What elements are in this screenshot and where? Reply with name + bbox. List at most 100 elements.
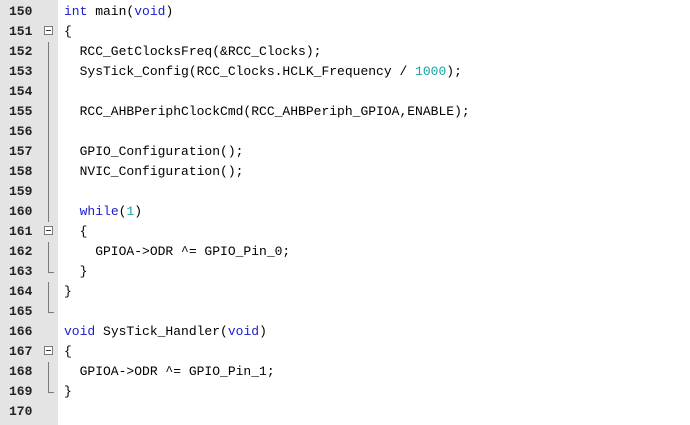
code-token: GPIOA->ODR ^= GPIO_Pin_0; [64,244,291,259]
code-text[interactable]: GPIOA->ODR ^= GPIO_Pin_1; [64,362,275,382]
keyword-token: while [79,204,119,219]
line-number: 170 [9,404,33,419]
line-number: 152 [9,44,33,59]
code-token: ) [259,324,267,339]
fold-collapse-icon[interactable] [44,226,56,238]
code-text[interactable]: { [64,22,72,42]
line-number: 157 [9,144,33,159]
fold-line-icon [44,62,56,82]
code-token: ) [165,4,174,19]
code-line[interactable]: 158 NVIC_Configuration(); [0,162,690,182]
fold-collapse-icon[interactable] [44,346,56,358]
code-text[interactable]: int main(void) [64,2,173,22]
code-line[interactable]: 159 [0,182,690,202]
code-line[interactable]: 170 [0,402,690,422]
code-token: } [64,264,88,279]
code-line[interactable]: 169} [0,382,690,402]
code-text[interactable]: GPIOA->ODR ^= GPIO_Pin_0; [64,242,290,262]
code-line[interactable]: 165 [0,302,690,322]
code-token: { [64,24,72,39]
code-line[interactable]: 157 GPIO_Configuration(); [0,142,690,162]
number-token: 1000 [415,64,447,79]
line-number: 166 [9,324,33,339]
code-text[interactable]: } [64,282,72,302]
code-editor[interactable]: 150 int main(void) 151{152 RCC_GetClocksFr… [0,0,690,425]
line-number: 151 [9,24,33,39]
line-number: 168 [9,364,33,379]
keyword-token: void [64,324,96,339]
keyword-token: void [227,324,260,339]
code-token: NVIC_Configuration(); [64,164,244,179]
code-token: SysTick_Handler( [95,324,228,339]
fold-line-icon [44,162,56,182]
fold-line-icon [44,82,56,102]
fold-line-icon [44,142,56,162]
code-line[interactable]: 154 [0,82,690,102]
code-token: ) [134,204,143,219]
fold-end-icon [44,302,56,318]
code-token: } [64,284,72,299]
line-number: 161 [9,224,33,239]
code-text[interactable]: NVIC_Configuration(); [64,162,244,182]
code-line[interactable]: 153 SysTick_Config(RCC_Clocks.HCLK_Frequ… [0,62,690,82]
line-number: 160 [9,204,33,219]
line-number: 167 [9,344,33,359]
code-line[interactable]: 156 [0,122,690,142]
code-line[interactable]: 166 void SysTick_Handler(void) [0,322,690,342]
code-text[interactable]: } [64,382,72,402]
code-line[interactable]: 162 GPIOA->ODR ^= GPIO_Pin_0; [0,242,690,262]
fold-line-icon [44,282,56,302]
line-number: 150 [9,4,33,19]
line-number: 153 [9,64,33,79]
code-token: } [64,384,72,399]
fold-line-icon [44,182,56,202]
code-token: main( [87,4,135,19]
code-line[interactable]: 161 { [0,222,690,242]
keyword-token: int [64,4,88,19]
code-line[interactable]: 152 RCC_GetClocksFreq(&RCC_Clocks); [0,42,690,62]
code-line[interactable]: 163 } [0,262,690,282]
line-number: 158 [9,164,33,179]
code-text[interactable]: SysTick_Config(RCC_Clocks.HCLK_Frequency… [64,62,462,82]
code-line[interactable]: 164} [0,282,690,302]
line-number: 162 [9,244,33,259]
code-text[interactable]: { [64,342,72,362]
fold-line-icon [44,242,56,262]
code-line[interactable]: 150 int main(void) [0,2,690,22]
code-token: GPIOA->ODR ^= GPIO_Pin_1; [64,364,275,379]
code-token: ); [446,64,462,79]
code-text[interactable]: { [64,222,88,242]
line-number: 154 [9,84,33,99]
code-line[interactable]: 167 { [0,342,690,362]
fold-line-icon [44,42,56,62]
code-text[interactable]: } [64,262,88,282]
code-token: GPIO_Configuration(); [64,144,244,159]
code-line[interactable]: 155 RCC_AHBPeriphClockCmd(RCC_AHBPeriph_… [0,102,690,122]
code-text[interactable]: RCC_AHBPeriphClockCmd(RCC_AHBPeriph_GPIO… [64,102,470,122]
code-text[interactable]: void SysTick_Handler(void) [64,322,267,342]
code-token: RCC_GetClocksFreq(&RCC_Clocks); [64,44,322,59]
code-text[interactable]: GPIO_Configuration(); [64,142,244,162]
code-line[interactable]: 168 GPIOA->ODR ^= GPIO_Pin_1; [0,362,690,382]
code-token: { [64,344,72,359]
code-text[interactable]: while(1) [64,202,142,222]
line-number: 156 [9,124,33,139]
fold-collapse-icon[interactable] [44,26,56,38]
code-token: { [64,224,88,239]
line-number: 165 [9,304,33,319]
code-text[interactable]: RCC_GetClocksFreq(&RCC_Clocks); [64,42,322,62]
code-token: SysTick_Config(RCC_Clocks.HCLK_Frequency… [64,64,416,79]
code-line[interactable]: 160 while(1) [0,202,690,222]
fold-end-icon [44,262,56,278]
line-number: 159 [9,184,33,199]
fold-line-icon [44,102,56,122]
code-token: RCC_AHBPeriphClockCmd(RCC_AHBPeriph_GPIO… [64,104,470,119]
line-number: 169 [9,384,33,399]
fold-line-icon [44,202,56,222]
keyword-token: void [134,4,166,19]
code-line[interactable]: 151 { [0,22,690,42]
fold-end-icon [44,382,56,398]
line-number: 163 [9,264,33,279]
fold-line-icon [44,362,56,382]
